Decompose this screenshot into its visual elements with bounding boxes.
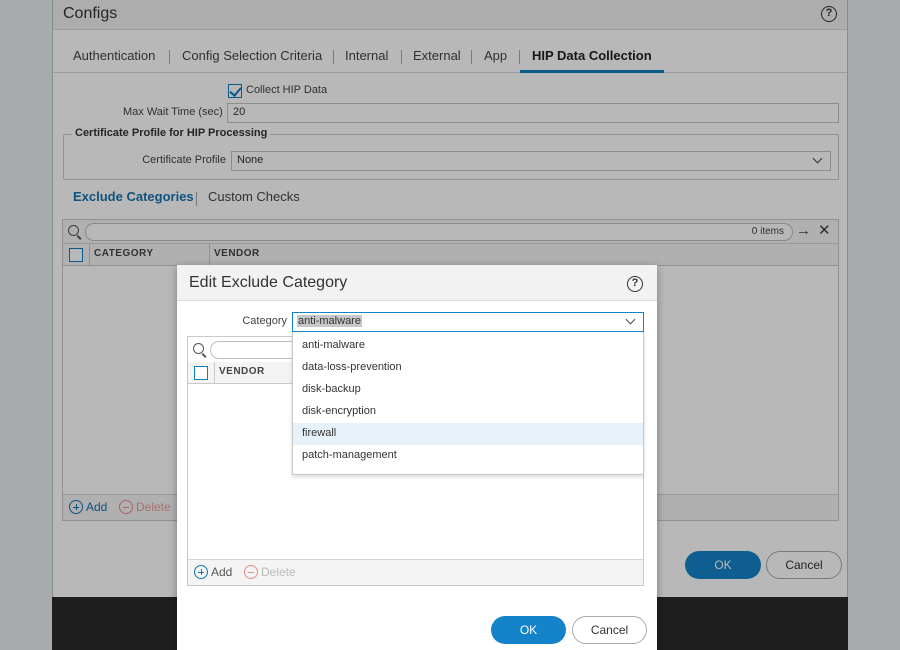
vendor-grid-footer: Add Delete xyxy=(188,559,643,585)
dialog-cancel-button[interactable]: Cancel xyxy=(572,616,647,644)
dropdown-option-hovered[interactable]: firewall xyxy=(293,423,643,445)
delete-button[interactable]: Delete xyxy=(244,565,296,579)
plus-icon xyxy=(194,565,208,579)
add-label: Add xyxy=(211,565,233,579)
dropdown-option[interactable]: disk-backup xyxy=(293,379,643,401)
category-value: anti-malware xyxy=(297,315,362,327)
chevron-down-icon xyxy=(625,314,636,325)
dialog-header: Edit Exclude Category ? xyxy=(177,265,657,301)
search-icon xyxy=(193,343,204,354)
column-vendor[interactable]: VENDOR xyxy=(219,366,265,377)
dropdown-option[interactable]: patch-management xyxy=(293,445,643,467)
column-separator xyxy=(214,362,215,384)
category-dropdown-list: anti-malware data-loss-prevention disk-b… xyxy=(292,332,644,475)
dropdown-option[interactable]: disk-encryption xyxy=(293,401,643,423)
dialog-ok-button[interactable]: OK xyxy=(491,616,566,644)
category-label: Category xyxy=(242,315,287,327)
category-select[interactable]: anti-malware xyxy=(292,312,644,332)
dropdown-option[interactable]: anti-malware xyxy=(293,335,643,357)
select-all-checkbox[interactable] xyxy=(194,366,208,380)
add-button[interactable]: Add xyxy=(194,565,232,579)
delete-label: Delete xyxy=(261,565,296,579)
edit-exclude-category-dialog: Edit Exclude Category ? Category anti-ma… xyxy=(177,265,657,650)
minus-icon xyxy=(244,565,258,579)
help-icon[interactable]: ? xyxy=(627,276,643,292)
dialog-title: Edit Exclude Category xyxy=(189,274,348,291)
dropdown-option[interactable]: data-loss-prevention xyxy=(293,357,643,379)
